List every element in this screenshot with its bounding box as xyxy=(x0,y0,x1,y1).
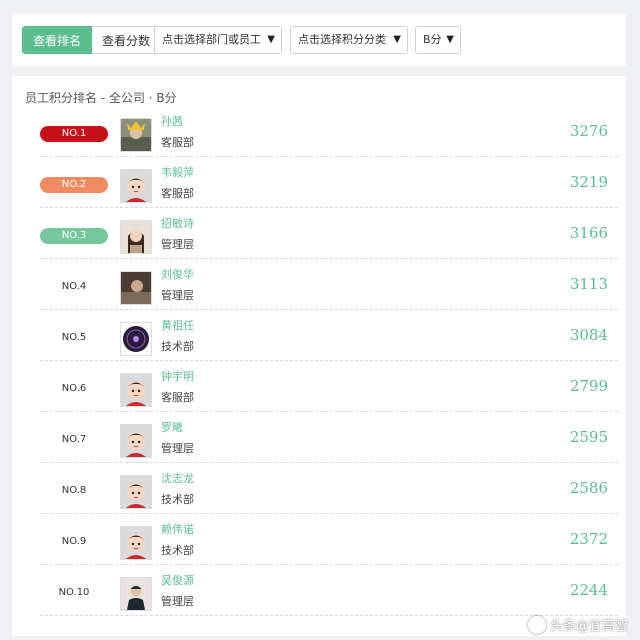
avatar xyxy=(120,373,152,407)
rank-badge: NO.6 xyxy=(61,383,87,394)
ranking-row[interactable]: NO.2 韦毅萍 客服部 3219 xyxy=(40,157,618,208)
category-select[interactable]: 点击选择积分分类 ▼ xyxy=(290,26,408,54)
category-select-label: 点击选择积分分类 xyxy=(298,33,386,46)
score-value: 2595 xyxy=(569,428,608,446)
filter-toolbar: 查看排名 查看分数 点击选择部门或员工 ▼ 点击选择积分分类 ▼ B分 ▼ xyxy=(12,14,626,66)
department-select[interactable]: 点击选择部门或员工 ▼ xyxy=(154,26,282,54)
ranking-row[interactable]: NO.1 孙茜 客服部 3276 xyxy=(40,106,618,157)
score-value: 3276 xyxy=(569,122,608,140)
ranking-row[interactable]: NO.10 吴俊源 管理层 2244 xyxy=(40,565,618,616)
employee-name-link[interactable]: 韦毅萍 xyxy=(161,164,194,180)
employee-name-link[interactable]: 招敏诗 xyxy=(161,215,194,231)
rank-badge: NO.10 xyxy=(58,587,90,598)
grade-select[interactable]: B分 ▼ xyxy=(415,26,461,54)
department-label: 客服部 xyxy=(161,187,194,200)
employee-name-link[interactable]: 赖伟诺 xyxy=(161,521,194,537)
ranking-row[interactable]: NO.5 黄祖任 技术部 3084 xyxy=(40,310,618,361)
ranking-row[interactable]: NO.4 刘俊华 管理层 3113 xyxy=(40,259,618,310)
score-value: 3166 xyxy=(569,224,608,242)
avatar xyxy=(120,424,152,458)
score-value: 2372 xyxy=(569,530,608,548)
department-select-label: 点击选择部门或员工 xyxy=(162,33,261,46)
avatar xyxy=(120,475,152,509)
avatar xyxy=(120,322,152,356)
score-value: 3084 xyxy=(569,326,608,344)
rank-badge: NO.8 xyxy=(61,485,87,496)
score-value: 3219 xyxy=(569,173,608,191)
employee-name-link[interactable]: 黄祖任 xyxy=(161,317,194,333)
avatar xyxy=(120,220,152,254)
rank-badge: NO.2 xyxy=(40,177,108,193)
rank-badge: NO.9 xyxy=(61,536,87,547)
avatar xyxy=(120,526,152,560)
avatar xyxy=(120,169,152,203)
rank-badge: NO.4 xyxy=(61,281,87,292)
score-value: 3113 xyxy=(569,275,608,293)
employee-name-link[interactable]: 吴俊源 xyxy=(161,572,194,588)
department-label: 技术部 xyxy=(161,493,194,506)
grade-select-label: B分 xyxy=(423,33,442,46)
department-label: 管理层 xyxy=(161,238,194,251)
score-value: 2586 xyxy=(569,479,608,497)
rank-badge: NO.1 xyxy=(40,126,108,142)
employee-name-link[interactable]: 孙茜 xyxy=(161,113,183,129)
ranking-row[interactable]: NO.6 钟宇明 客服部 2799 xyxy=(40,361,618,412)
department-label: 管理层 xyxy=(161,289,194,302)
ranking-row[interactable]: NO.8 沈志龙 技术部 2586 xyxy=(40,463,618,514)
department-label: 管理层 xyxy=(161,442,194,455)
score-value: 2799 xyxy=(569,377,608,395)
view-score-button[interactable]: 查看分数 xyxy=(92,26,162,54)
department-label: 管理层 xyxy=(161,595,194,608)
employee-name-link[interactable]: 沈志龙 xyxy=(161,470,194,486)
rank-badge: NO.7 xyxy=(61,434,87,445)
view-ranking-button[interactable]: 查看排名 xyxy=(22,26,93,54)
ranking-list: NO.1 孙茜 客服部 3276 NO.2 韦毅萍 客服部 3219 NO.3 xyxy=(12,106,626,616)
score-value: 2244 xyxy=(569,581,608,599)
avatar xyxy=(120,577,152,611)
ranking-panel: 员工积分排名 - 全公司 · B分 NO.1 孙茜 客服部 3276 NO.2 … xyxy=(12,76,626,636)
department-label: 客服部 xyxy=(161,391,194,404)
chevron-down-icon: ▼ xyxy=(446,34,454,45)
department-label: 技术部 xyxy=(161,340,194,353)
ranking-row[interactable]: NO.3 招敏诗 管理层 3166 xyxy=(40,208,618,259)
view-toggle: 查看排名 查看分数 xyxy=(22,26,162,54)
department-label: 技术部 xyxy=(161,544,194,557)
employee-name-link[interactable]: 罗曦 xyxy=(161,419,183,435)
panel-title: 员工积分排名 - 全公司 · B分 xyxy=(25,91,177,105)
employee-name-link[interactable]: 钟宇明 xyxy=(161,368,194,384)
ranking-row[interactable]: NO.9 赖伟诺 技术部 2372 xyxy=(40,514,618,565)
department-label: 客服部 xyxy=(161,136,194,149)
watermark: 头条@宜高智 xyxy=(527,615,628,634)
watermark-logo-icon xyxy=(527,615,546,634)
rank-badge: NO.5 xyxy=(61,332,87,343)
avatar xyxy=(120,118,152,152)
ranking-row[interactable]: NO.7 罗曦 管理层 2595 xyxy=(40,412,618,463)
chevron-down-icon: ▼ xyxy=(267,34,275,45)
avatar xyxy=(120,271,152,305)
watermark-text: 头条@宜高智 xyxy=(549,619,628,634)
employee-name-link[interactable]: 刘俊华 xyxy=(161,266,194,282)
chevron-down-icon: ▼ xyxy=(393,34,401,45)
rank-badge: NO.3 xyxy=(40,228,108,244)
